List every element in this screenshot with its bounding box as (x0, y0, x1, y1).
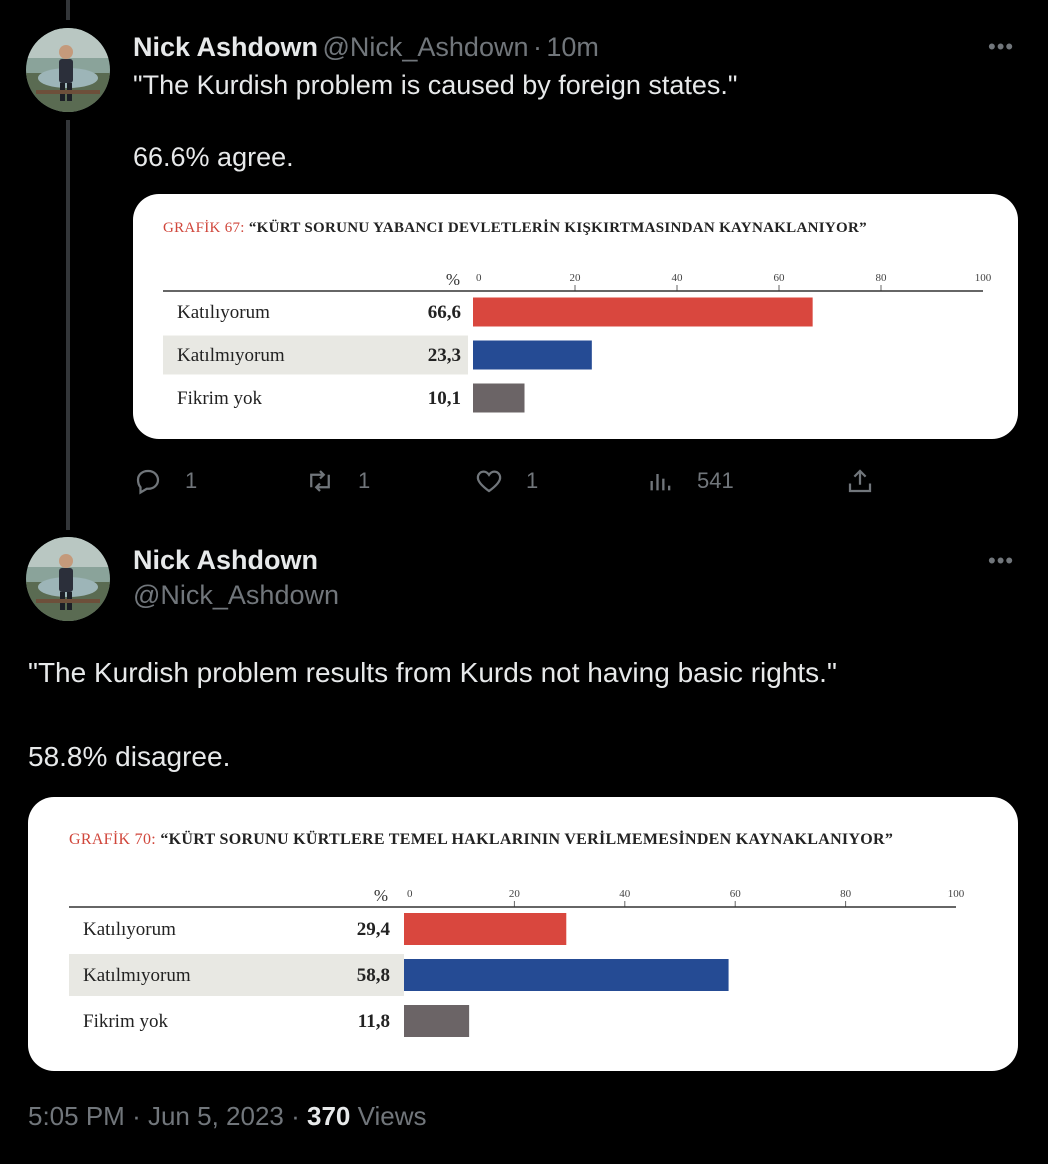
views-count: 541 (697, 468, 734, 493)
thread-line (66, 120, 70, 530)
bar-kat-lm-yorum (404, 959, 729, 991)
tick-label: 0 (476, 272, 482, 284)
author-name[interactable]: Nick Ashdown (133, 545, 318, 576)
avatar[interactable] (26, 537, 110, 621)
more-options-icon[interactable]: ••• (988, 548, 1014, 574)
tick-label: 40 (672, 272, 684, 284)
category-label: Katılıyorum (83, 919, 176, 940)
heart-icon (476, 470, 502, 493)
tweet-time[interactable]: 10m (546, 32, 599, 62)
views-label: Views (357, 1101, 427, 1131)
tick-label: 60 (774, 272, 786, 284)
unit-label: % (446, 270, 460, 289)
separator-dot: · (291, 1101, 300, 1131)
value-label: 10,1 (428, 388, 461, 409)
tweet-date[interactable]: Jun 5, 2023 (148, 1101, 284, 1131)
value-label: 66,6 (428, 302, 461, 323)
share-icon (848, 469, 872, 493)
share-button[interactable] (845, 466, 897, 496)
tweet-footer: 5:05 PM · Jun 5, 2023 · 370 Views (28, 1101, 427, 1132)
tick-label: 20 (570, 272, 582, 284)
tick-label: 100 (948, 888, 965, 900)
category-label: Fikrim yok (177, 388, 262, 409)
author-handle[interactable]: @Nick_Ashdown (133, 580, 339, 611)
separator-dot: · (532, 32, 542, 62)
views-count: 370 (307, 1101, 351, 1131)
tick-label: 20 (509, 888, 521, 900)
tick-label: 80 (840, 888, 852, 900)
tick-label: 60 (730, 888, 742, 900)
tweet-time[interactable]: 5:05 PM (28, 1101, 125, 1131)
unit-label: % (374, 886, 388, 905)
category-label: Katılıyorum (177, 302, 270, 323)
like-button[interactable]: 1 (474, 466, 538, 496)
value-label: 58,8 (357, 965, 390, 986)
tick-label: 0 (407, 888, 413, 900)
avatar[interactable] (26, 28, 110, 112)
tick-label: 40 (619, 888, 631, 900)
category-label: Katılmıyorum (83, 965, 191, 986)
category-label: Fikrim yok (83, 1011, 168, 1032)
tweet-header: Nick Ashdown @Nick_Ashdown · 10m (133, 32, 599, 63)
chart-image[interactable]: GRAFİK 70: “KÜRT SORUNU KÜRTLERE TEMEL H… (28, 797, 1018, 1071)
bar-kat-lm-yorum (473, 340, 592, 370)
value-label: 29,4 (357, 919, 391, 940)
analytics-icon (650, 474, 671, 491)
bar-fikrim-yok (473, 383, 525, 413)
tick-label: 80 (876, 272, 888, 284)
value-label: 23,3 (428, 345, 461, 366)
like-count: 1 (526, 468, 539, 493)
value-label: 11,8 (358, 1011, 390, 1032)
bar-chart: % 0 20 40 60 80 100 Katılıyorum 66,6 Katılmıyorum… (163, 270, 992, 413)
bar-kat-l-yorum (404, 913, 567, 945)
bar-chart: % 0 20 40 60 80 100 Katılıyorum 29,4 Katılmıyorum… (69, 886, 965, 1037)
tick-label: 100 (975, 272, 992, 284)
author-handle[interactable]: @Nick_Ashdown (322, 32, 528, 62)
category-label: Katılmıyorum (177, 345, 285, 366)
views-button[interactable]: 541 (647, 466, 734, 496)
retweet-icon (310, 470, 330, 492)
reply-icon (136, 469, 160, 495)
thread-line-top (66, 0, 70, 20)
tweet-text: "The Kurdish problem results from Kurds … (28, 657, 837, 772)
reply-count: 1 (185, 468, 198, 493)
author-name[interactable]: Nick Ashdown (133, 32, 318, 62)
retweet-button[interactable]: 1 (304, 466, 370, 496)
more-options-icon[interactable]: ••• (988, 34, 1014, 60)
tweet-text: "The Kurdish problem is caused by foreig… (133, 70, 738, 172)
bar-kat-l-yorum (473, 297, 813, 327)
bar-fikrim-yok (404, 1005, 470, 1037)
chart-image[interactable]: GRAFİK 67: “KÜRT SORUNU YABANCI DEVLETLE… (133, 194, 1018, 439)
reply-button[interactable]: 1 (133, 466, 197, 496)
separator-dot: · (132, 1101, 141, 1131)
retweet-count: 1 (358, 468, 371, 493)
